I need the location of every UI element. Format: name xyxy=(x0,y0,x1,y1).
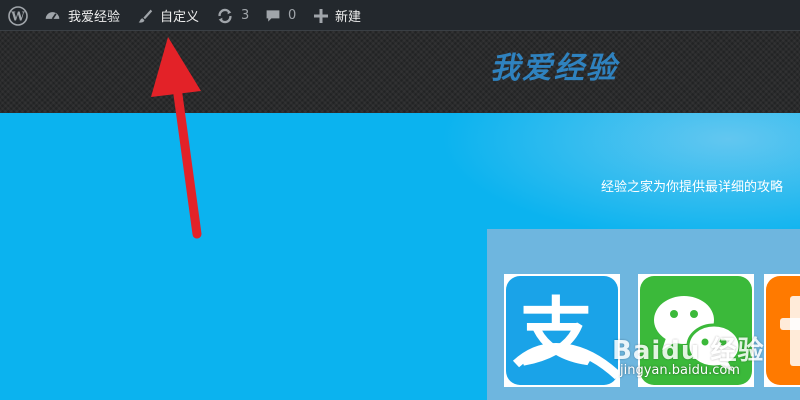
paintbrush-icon xyxy=(137,8,153,24)
svg-text:支: 支 xyxy=(519,290,593,376)
customize-label: 自定义 xyxy=(160,10,200,25)
customize-menu[interactable]: 自定义 xyxy=(137,0,199,31)
orange-app-tile[interactable] xyxy=(764,274,800,387)
orange-app-icon xyxy=(766,276,800,385)
alipay-icon: 支 xyxy=(506,276,622,385)
dashboard-icon xyxy=(44,7,61,24)
wordpress-menu[interactable]: W xyxy=(8,0,35,31)
alipay-tile[interactable]: 支 xyxy=(504,274,622,387)
site-title[interactable]: 我爱经验 xyxy=(490,43,618,87)
baidu-watermark: Baidu 经验 xyxy=(612,336,765,366)
comments-count: 0 xyxy=(288,8,297,23)
plus-icon xyxy=(314,8,328,23)
new-content-label: 新建 xyxy=(335,10,362,25)
comments-menu[interactable]: 0 xyxy=(265,0,296,31)
site-name-menu[interactable]: 我爱经验 xyxy=(44,0,120,31)
new-content-menu[interactable]: 新建 xyxy=(314,0,361,31)
updates-icon xyxy=(216,7,234,25)
site-name-label: 我爱经验 xyxy=(68,10,121,25)
updates-count: 3 xyxy=(241,8,250,23)
svg-text:W: W xyxy=(10,9,25,23)
admin-bar: W 我爱经验 自定义 3 0 新建 xyxy=(0,0,800,31)
comment-icon xyxy=(265,8,281,24)
main-content: 经验之家为你提供最详细的攻略 支 Baidu 经验 jingyan.baidu.… xyxy=(0,113,800,400)
wordpress-logo-icon: W xyxy=(8,5,28,26)
watermark-url: jingyan.baidu.com xyxy=(620,363,740,378)
updates-menu[interactable]: 3 xyxy=(216,0,249,31)
site-tagline: 经验之家为你提供最详细的攻略 xyxy=(601,180,784,195)
site-header: 我爱经验 xyxy=(0,31,800,113)
